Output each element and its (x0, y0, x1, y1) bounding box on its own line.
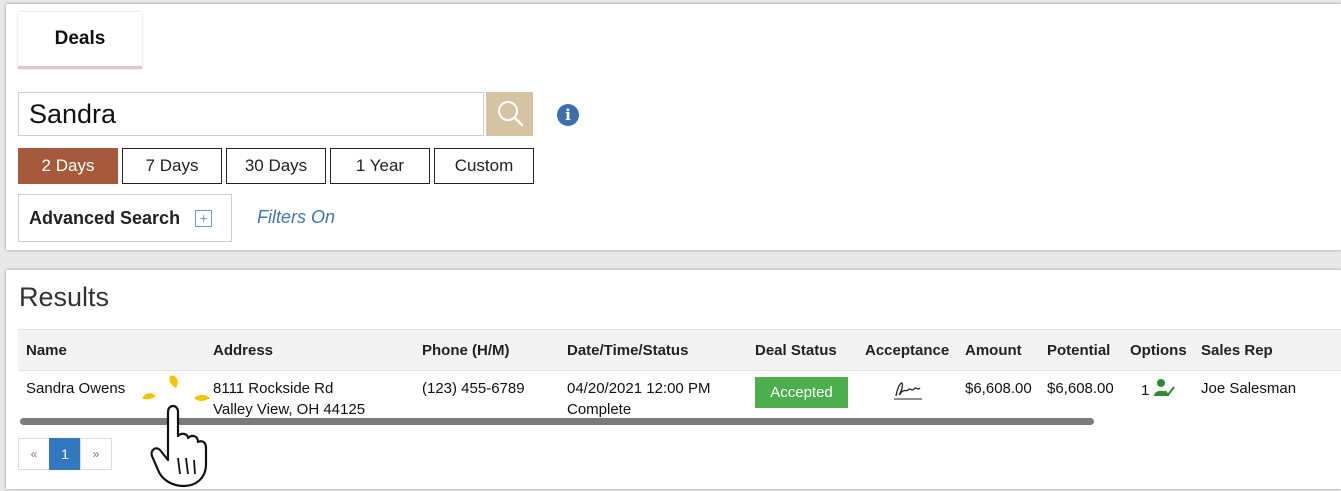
filters-on-link[interactable]: Filters On (257, 207, 335, 228)
col-phone: Phone (H/M) (422, 342, 510, 359)
pagination-prev[interactable]: « (18, 438, 50, 470)
info-icon[interactable]: i (557, 104, 579, 126)
tab-deals-label: Deals (54, 28, 106, 49)
pagination-page-1[interactable]: 1 (49, 438, 81, 470)
advanced-search-label: Advanced Search (29, 207, 181, 228)
col-acceptance: Acceptance (865, 342, 950, 359)
search-panel: Deals Sandra i 2 Days 7 Days 30 Days 1 Y… (6, 4, 1341, 250)
row-sales-rep: Joe Salesman (1201, 380, 1297, 397)
row-amount: $6,608.00 (965, 380, 1032, 397)
col-address: Address (213, 342, 274, 359)
row-status: Complete (567, 401, 632, 418)
deal-status-label: Accepted (770, 384, 833, 401)
col-amount: Amount (965, 342, 1022, 359)
row-address-line1: 8111 Rockside Rd (213, 380, 334, 397)
signature-icon[interactable] (892, 374, 924, 404)
results-title: Results (19, 282, 110, 312)
range-1-year-label: 1 Year (355, 156, 405, 175)
tab-deals[interactable]: Deals (18, 12, 142, 69)
tap-hand-icon (142, 375, 210, 488)
range-1-year[interactable]: 1 Year (330, 148, 430, 184)
pagination: « 1 » (18, 438, 112, 470)
row-potential: $6,608.00 (1047, 380, 1114, 397)
deal-status-badge[interactable]: Accepted (755, 377, 848, 408)
col-options: Options (1130, 342, 1187, 359)
options-count: 1 (1141, 382, 1150, 399)
search-icon (497, 101, 523, 127)
search-input-value: Sandra (29, 98, 117, 129)
row-phone: (123) 455-6789 (422, 380, 525, 397)
range-7-days[interactable]: 7 Days (122, 148, 222, 184)
plus-icon[interactable]: + (195, 209, 213, 227)
pagination-next[interactable]: » (80, 438, 112, 470)
search-input[interactable]: Sandra (18, 92, 484, 136)
col-potential: Potential (1047, 342, 1111, 359)
col-date-time-status: Date/Time/Status (567, 342, 689, 359)
range-custom[interactable]: Custom (434, 148, 534, 184)
user-check-icon[interactable] (1153, 377, 1175, 399)
col-sales-rep: Sales Rep (1201, 342, 1273, 359)
advanced-search-toggle[interactable]: Advanced Search + (18, 194, 232, 242)
row-name[interactable]: Sandra Owens (26, 380, 125, 397)
range-7-days-label: 7 Days (145, 156, 199, 175)
col-name: Name (26, 342, 67, 359)
row-datetime: 04/20/2021 12:00 PM (567, 380, 711, 397)
range-30-days-label: 30 Days (244, 156, 308, 175)
range-2-days-label: 2 Days (41, 156, 95, 175)
col-deal-status: Deal Status (755, 342, 837, 359)
range-custom-label: Custom (454, 156, 514, 175)
range-30-days[interactable]: 30 Days (226, 148, 326, 184)
table-header: Name Address Phone (H/M) Date/Time/Statu… (18, 329, 1341, 371)
range-2-days[interactable]: 2 Days (18, 148, 118, 184)
row-address-line2: Valley View, OH 44125 (213, 401, 366, 418)
search-button[interactable] (486, 92, 533, 136)
